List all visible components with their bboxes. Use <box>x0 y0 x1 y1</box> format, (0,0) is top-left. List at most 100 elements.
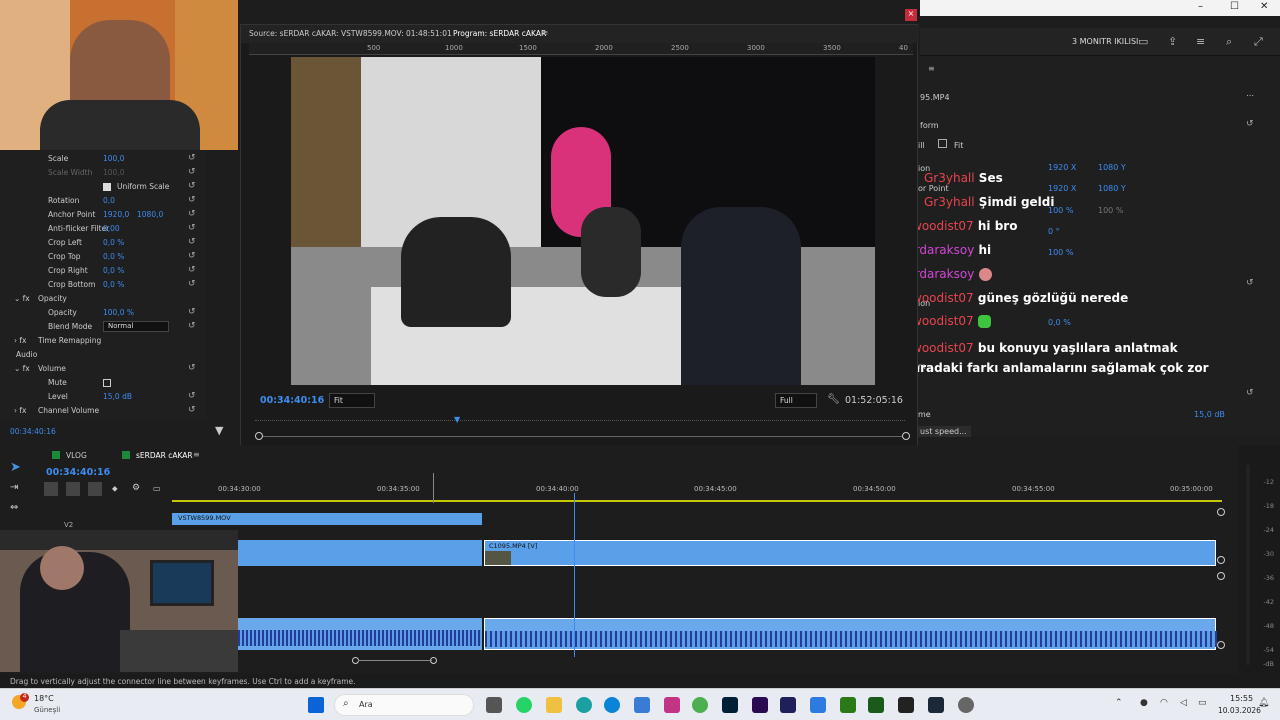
track-scroll-handle-2[interactable] <box>1217 556 1225 564</box>
nvidia-icon[interactable] <box>840 697 856 713</box>
position-y[interactable]: 1080 Y <box>1098 163 1126 172</box>
uniform-scale-checkbox[interactable] <box>103 183 111 191</box>
volume-row[interactable]: ⌄ fx Volume ↺ <box>0 362 206 376</box>
level-value[interactable]: 15,0 dB <box>1194 410 1225 419</box>
track-scroll-handle-3[interactable] <box>1217 572 1225 580</box>
instagram-icon[interactable] <box>664 697 680 713</box>
time-ruler[interactable]: 00:34:30:00 00:34:35:00 00:34:40:00 00:3… <box>172 485 1222 499</box>
minimize-button[interactable]: – <box>1198 1 1203 12</box>
fullscreen-icon[interactable]: ⤢ <box>1254 35 1263 49</box>
store-icon[interactable] <box>634 697 650 713</box>
resolution-select[interactable]: Full <box>775 393 817 408</box>
tab-sequence[interactable]: sERDAR cAKAR <box>136 451 193 460</box>
uniform-scale-row[interactable]: Uniform Scale ↺ <box>0 180 206 194</box>
flicker-value[interactable]: 0,0 % <box>1048 318 1071 327</box>
search-icon[interactable]: ⌕ <box>1226 35 1232 49</box>
filter-icon[interactable]: ▼ <box>215 424 223 437</box>
menu-icon[interactable]: ≡ <box>1196 35 1205 48</box>
notification-icon[interactable]: 🔔︎ <box>1258 698 1269 708</box>
captions-icon[interactable]: ▭ <box>153 484 161 493</box>
panel-menu-icon[interactable]: ≡ <box>928 64 935 73</box>
timeline-scrollbar[interactable] <box>358 660 432 661</box>
maximize-button[interactable]: ☐ <box>1230 1 1239 12</box>
selection-tool-icon[interactable]: ➤ <box>10 460 21 475</box>
whatsapp-icon[interactable] <box>516 697 532 713</box>
more-icon[interactable]: ⋯ <box>1246 91 1254 100</box>
nest-icon[interactable] <box>44 482 58 496</box>
photoshop-icon[interactable] <box>722 697 738 713</box>
task-view-icon[interactable] <box>486 697 502 713</box>
track-scroll-handle-4[interactable] <box>1217 641 1225 649</box>
tab-vlog[interactable]: VLOG <box>66 451 87 460</box>
recorder-icon[interactable] <box>958 697 974 713</box>
windows-start-icon[interactable] <box>308 697 324 713</box>
opacity-value[interactable]: 100 % <box>1048 248 1073 257</box>
tab-menu-icon[interactable]: ≡ <box>193 450 200 459</box>
clip-vstw[interactable]: VSTW8599.MOV <box>172 513 482 525</box>
program-tab[interactable]: Program: sERDAR cAKAR <box>453 29 546 38</box>
mic-icon[interactable]: ● <box>1140 698 1148 708</box>
power-icon[interactable]: ▭ <box>1198 698 1207 708</box>
premiere-icon[interactable] <box>752 697 768 713</box>
fit-checkbox[interactable] <box>938 139 947 148</box>
add-marker-icon[interactable]: ⬥ <box>112 484 118 494</box>
opacity-group-row[interactable]: ⌄ fx Opacity <box>0 292 206 306</box>
program-timecode[interactable]: 00:34:40:16 <box>260 395 324 406</box>
wifi-icon[interactable]: ◠ <box>1160 698 1168 708</box>
zoom-select[interactable]: Fit <box>329 393 375 408</box>
snap-icon[interactable] <box>66 482 80 496</box>
photos-icon[interactable] <box>810 697 826 713</box>
source-tab[interactable]: Source: sERDAR cAKAR: VSTW8599.MOV: 01:4… <box>249 29 452 38</box>
zoom-bar[interactable] <box>259 436 907 437</box>
close-button[interactable]: ✕ <box>1260 1 1268 12</box>
clip-vstw-video[interactable] <box>238 540 482 566</box>
tray-up-icon[interactable]: ⌃ <box>1115 698 1123 708</box>
channel-volume-row[interactable]: › fx Channel Volume ↺ <box>0 404 206 418</box>
playhead-line[interactable] <box>574 493 575 657</box>
track-scroll-handle[interactable] <box>1217 508 1225 516</box>
steam-icon[interactable] <box>928 697 944 713</box>
reset-icon-2[interactable]: ↺ <box>1246 278 1254 288</box>
media-encoder-icon[interactable] <box>780 697 796 713</box>
reset-icon-3[interactable]: ↺ <box>1246 388 1254 398</box>
clock-date[interactable]: 10.03.2026 <box>1218 706 1261 715</box>
playhead-marker[interactable]: ▼ <box>454 415 460 424</box>
app-icon[interactable] <box>576 697 592 713</box>
file-explorer-icon[interactable] <box>546 697 562 713</box>
anchor-x[interactable]: 1920 X <box>1048 184 1076 193</box>
position-x[interactable]: 1920 X <box>1048 163 1076 172</box>
audio-clip-1[interactable] <box>238 618 482 650</box>
epic-icon[interactable] <box>898 697 914 713</box>
rotation-value[interactable]: 0 ° <box>1048 227 1060 236</box>
blend-mode-select[interactable]: Normal <box>103 321 169 332</box>
panel-icon[interactable]: ▭ <box>1138 35 1148 48</box>
close-icon[interactable]: × <box>905 9 917 21</box>
clip-c1095[interactable]: C1095.MP4 [V] <box>484 540 1216 566</box>
audio-clip-2[interactable] <box>484 618 1217 650</box>
workspace-label[interactable]: 3 MONITR IKILISI <box>1072 37 1138 46</box>
zoom-handle-left[interactable] <box>255 432 263 440</box>
ripple-icon[interactable]: ⇔ <box>10 502 18 513</box>
mute-checkbox[interactable] <box>103 379 111 387</box>
volume-icon[interactable]: ◁ <box>1180 698 1187 708</box>
edge-icon[interactable] <box>604 697 620 713</box>
wrench-icon[interactable]: ⚙ <box>132 483 140 493</box>
video-frame[interactable] <box>291 57 875 385</box>
wrench-icon[interactable]: 🔧︎ <box>827 394 840 405</box>
search-box[interactable]: ⌕ Ara <box>334 694 474 716</box>
clock-time[interactable]: 15:55 <box>1230 694 1253 703</box>
anchor-y[interactable]: 1080 Y <box>1098 184 1126 193</box>
zoom-handle-right[interactable] <box>902 432 910 440</box>
scale-value[interactable]: 100,0 <box>103 154 124 163</box>
track-select-icon[interactable]: ⇥ <box>10 482 18 493</box>
track-label[interactable]: V2 <box>64 521 73 529</box>
link-icon[interactable] <box>88 482 102 496</box>
chrome-icon[interactable] <box>692 697 708 713</box>
terminal-icon[interactable] <box>868 697 884 713</box>
time-remap-row[interactable]: › fx Time Remapping <box>0 334 206 348</box>
menu-icon[interactable]: ≡ <box>542 28 548 37</box>
timeline-timecode[interactable]: 00:34:40:16 <box>46 467 110 478</box>
share-icon[interactable]: ⇪ <box>1168 35 1177 48</box>
work-area-bar[interactable] <box>172 500 1222 502</box>
reset-icon[interactable]: ↺ <box>1246 119 1254 129</box>
